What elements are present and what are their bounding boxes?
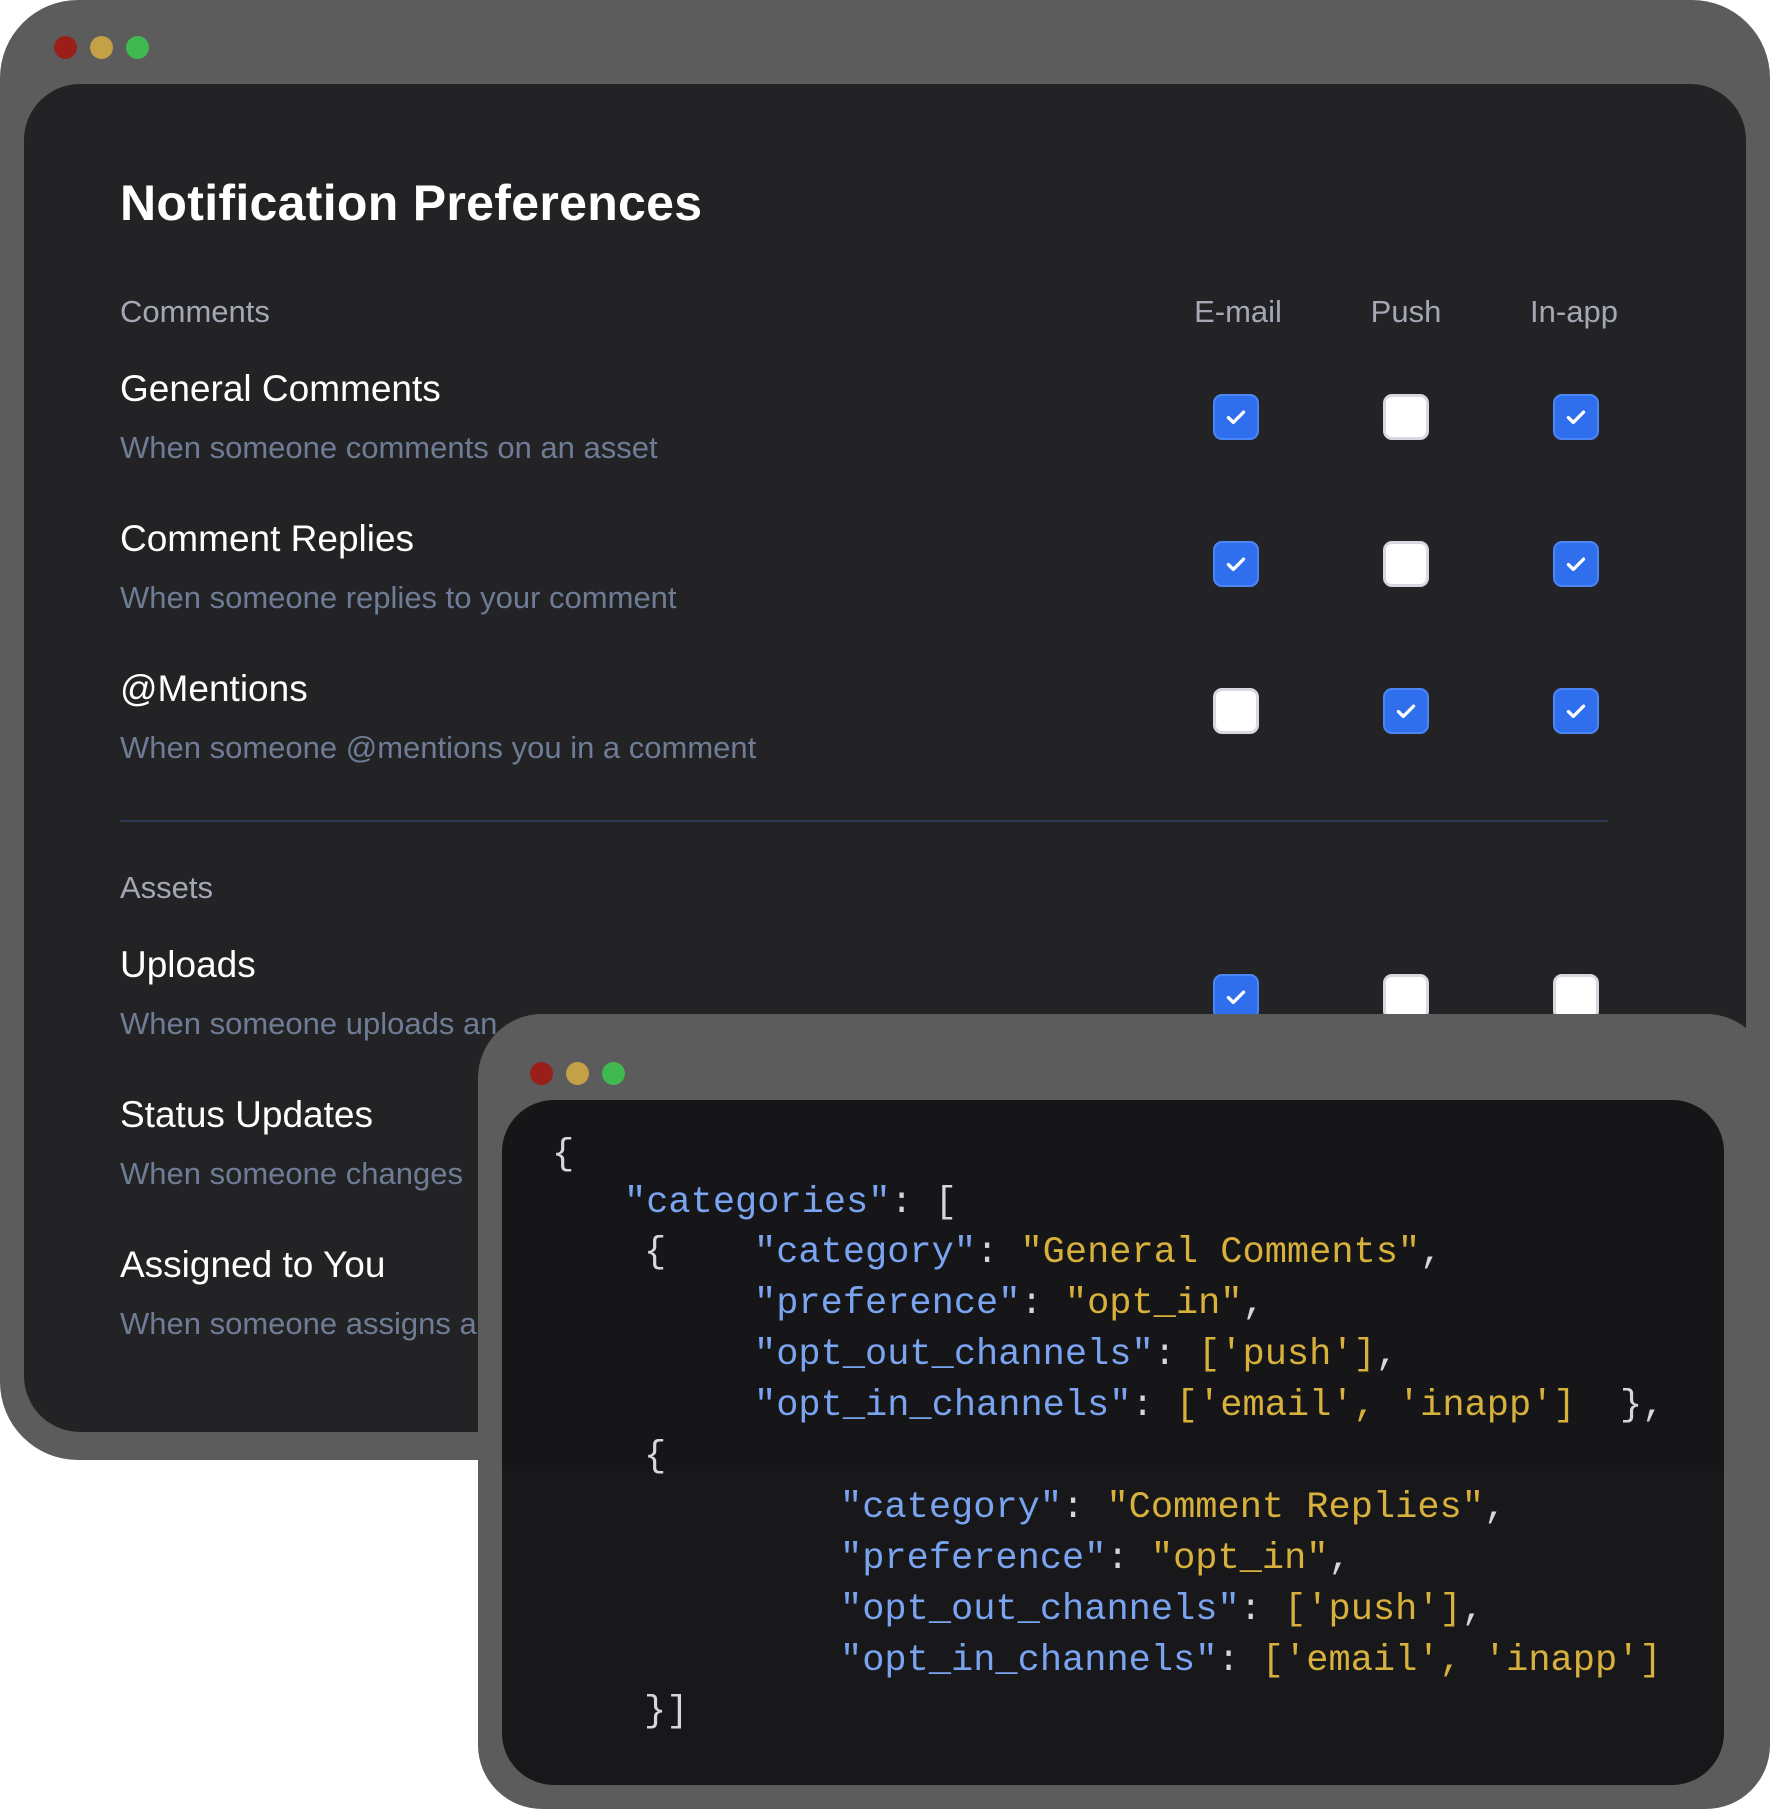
code-string: ['email', 'inapp']: [1175, 1385, 1576, 1427]
window-controls: [54, 36, 149, 59]
row-title-uploads: Uploads: [120, 944, 256, 985]
code-key: "preference": [840, 1538, 1107, 1580]
column-header-inapp: In-app: [1530, 294, 1618, 329]
code-key: "categories": [624, 1182, 891, 1224]
column-header-email: E-mail: [1194, 294, 1282, 329]
code-panel: { "categories": [ { "category": "General…: [502, 1100, 1724, 1785]
code-string: ['email', 'inapp']: [1261, 1640, 1662, 1682]
checkbox-general-comments-inapp[interactable]: [1553, 394, 1599, 440]
code-string: ['push']: [1198, 1334, 1376, 1376]
code-key: "opt_in_channels": [840, 1640, 1218, 1682]
code-close: }]: [644, 1691, 689, 1733]
close-window-button[interactable]: [54, 36, 77, 59]
code-key: "preference": [754, 1283, 1021, 1325]
checkbox-comment-replies-inapp[interactable]: [1553, 541, 1599, 587]
code-string: "General Comments": [1020, 1232, 1421, 1274]
row-desc-uploads: When someone uploads an: [120, 1006, 498, 1041]
checkbox-general-comments-email[interactable]: [1213, 394, 1259, 440]
code-key: "opt_out_channels": [754, 1334, 1154, 1376]
code-minimize-window-button[interactable]: [566, 1062, 589, 1085]
json-code-block: { "categories": [ { "category": "General…: [552, 1134, 1665, 1733]
section-divider: [120, 820, 1608, 822]
row-desc-assigned-to-you: When someone assigns a: [120, 1306, 477, 1341]
check-icon: [1396, 704, 1416, 719]
code-key: "category": [840, 1487, 1063, 1529]
row-desc-general-comments: When someone comments on an asset: [120, 430, 658, 465]
code-open-brace: {: [552, 1134, 575, 1176]
row-title-comment-replies: Comment Replies: [120, 518, 415, 559]
column-header-push: Push: [1370, 294, 1442, 329]
page-title: Notification Preferences: [120, 175, 703, 231]
maximize-window-button[interactable]: [126, 36, 149, 59]
code-close-window-button[interactable]: [530, 1062, 553, 1085]
code-key: "category": [754, 1232, 977, 1274]
section-label-comments: Comments: [120, 294, 270, 329]
minimize-window-button[interactable]: [90, 36, 113, 59]
checkbox-comment-replies-push[interactable]: [1383, 541, 1429, 587]
code-key: "opt_in_channels": [754, 1385, 1132, 1427]
code-string: "opt_in": [1064, 1283, 1243, 1325]
row-desc-comment-replies: When someone replies to your comment: [120, 580, 677, 615]
code-window: { "categories": [ { "category": "General…: [478, 1014, 1770, 1809]
checkbox-mentions-inapp[interactable]: [1553, 688, 1599, 734]
code-key: "opt_out_channels": [840, 1589, 1240, 1631]
checkbox-mentions-push[interactable]: [1383, 688, 1429, 734]
row-title-general-comments: General Comments: [120, 368, 441, 409]
check-icon: [1226, 557, 1246, 572]
checkbox-general-comments-push[interactable]: [1383, 394, 1429, 440]
checkbox-mentions-email[interactable]: [1213, 688, 1259, 734]
row-title-status-updates: Status Updates: [120, 1094, 373, 1135]
code-string: "Comment Replies": [1106, 1487, 1484, 1529]
section-label-assets: Assets: [120, 870, 214, 905]
row-desc-mentions: When someone @mentions you in a comment: [120, 730, 757, 765]
check-icon: [1226, 410, 1246, 425]
row-title-assigned-to-you: Assigned to You: [120, 1244, 386, 1285]
row-title-mentions: @Mentions: [120, 668, 308, 709]
checkbox-comment-replies-email[interactable]: [1213, 541, 1259, 587]
check-icon: [1566, 410, 1586, 425]
code-string: ['push']: [1284, 1589, 1462, 1631]
row-desc-status-updates: When someone changes: [120, 1156, 463, 1191]
check-icon: [1566, 704, 1586, 719]
check-icon: [1566, 557, 1586, 572]
check-icon: [1226, 990, 1246, 1005]
code-string: "opt_in": [1150, 1538, 1329, 1580]
code-window-controls: [530, 1062, 625, 1085]
code-maximize-window-button[interactable]: [602, 1062, 625, 1085]
